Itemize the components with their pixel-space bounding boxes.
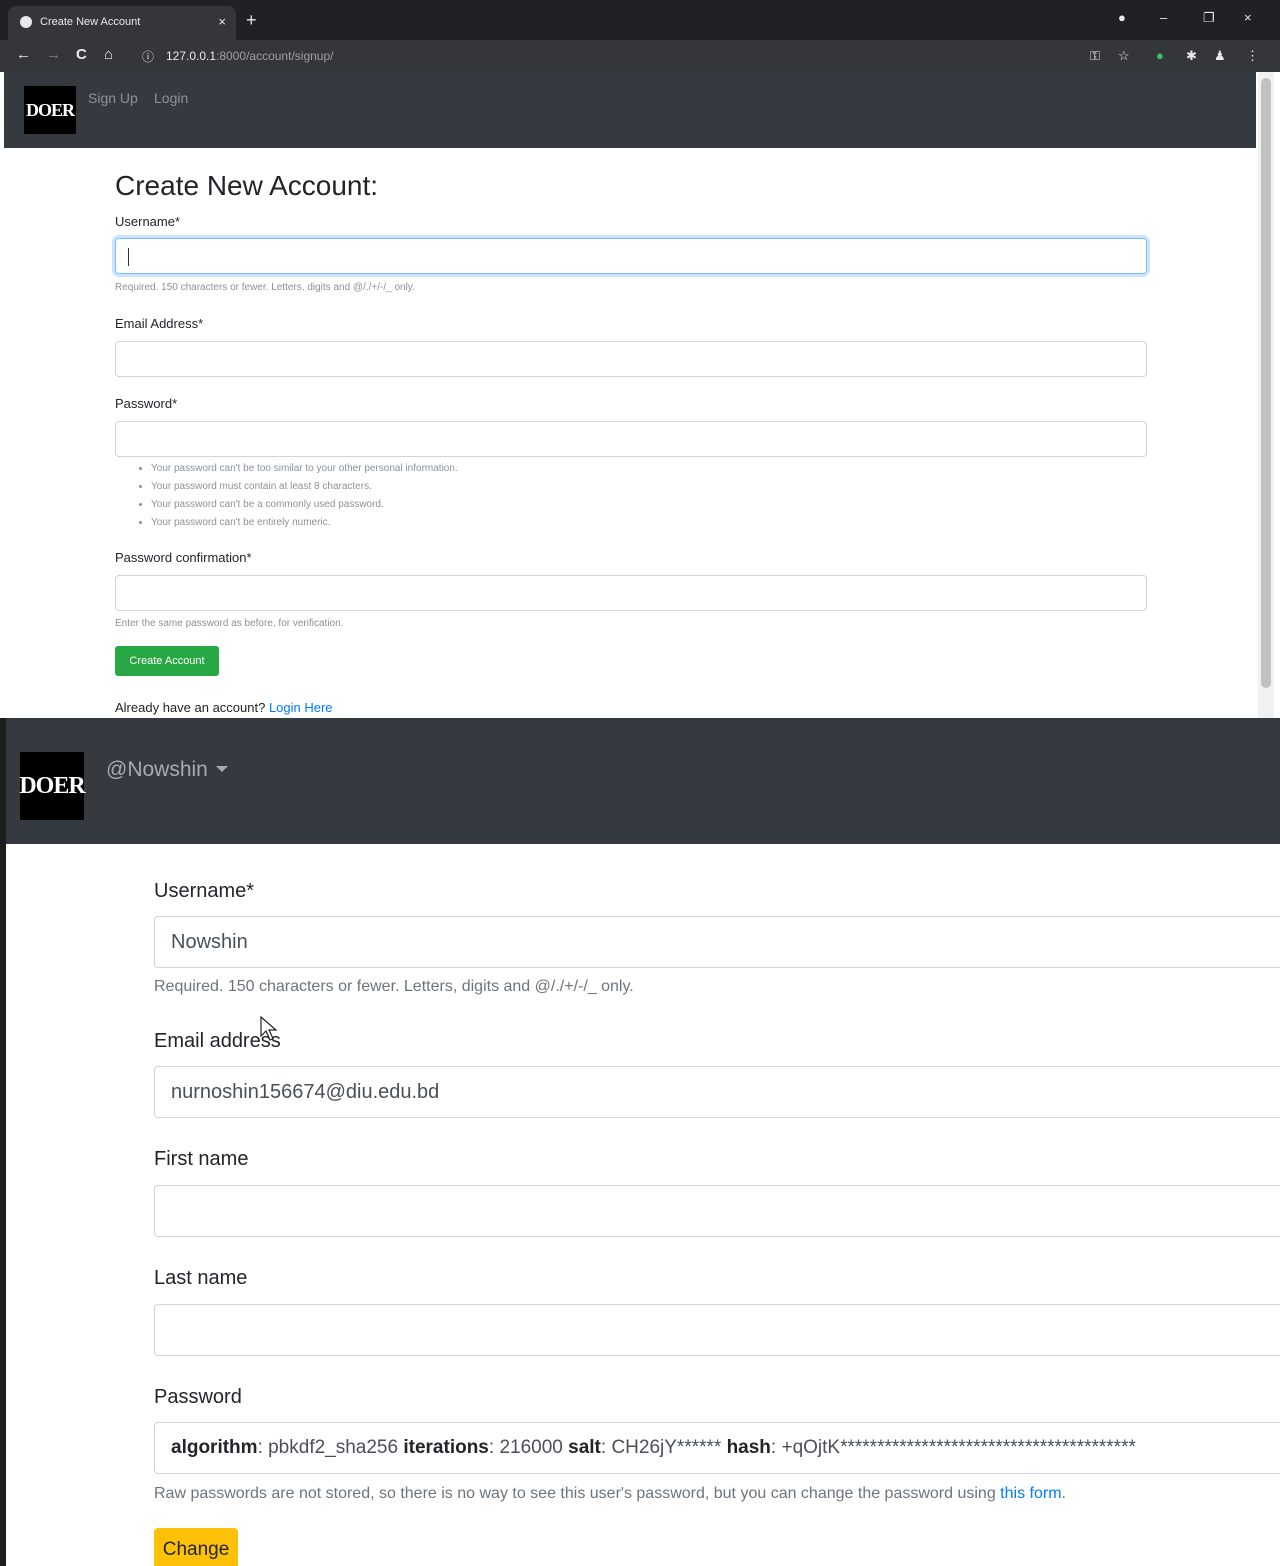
login-prompt: Already have an account? Login Here xyxy=(115,700,333,715)
email-input[interactable]: nurnoshin156674@diu.edu.bd xyxy=(154,1066,1280,1118)
login-prompt-text: Already have an account? xyxy=(115,700,269,715)
restore-button[interactable]: ❐ xyxy=(1203,10,1215,26)
url-path: :8000/account/signup/ xyxy=(216,49,334,63)
username-label: Username* xyxy=(154,880,255,902)
first-name-input[interactable] xyxy=(154,1185,1280,1237)
text-caret xyxy=(128,248,129,266)
password-confirm-label: Password confirmation* xyxy=(115,550,252,565)
reload-icon[interactable]: C xyxy=(76,46,87,63)
algorithm-key: algorithm xyxy=(171,1437,258,1458)
username-help: Required. 150 characters or fewer. Lette… xyxy=(154,978,634,995)
menu-icon[interactable]: ⋮ xyxy=(1246,48,1260,63)
password-help: Raw passwords are not stored, so there i… xyxy=(154,1485,1066,1503)
iterations-key: iterations xyxy=(403,1437,489,1458)
home-icon[interactable]: ⌂ xyxy=(104,46,113,63)
password-rule: Your password must contain at least 8 ch… xyxy=(151,478,458,496)
site-logo[interactable]: DOER xyxy=(24,86,76,134)
last-name-label: Last name xyxy=(154,1267,248,1289)
username-input[interactable] xyxy=(115,238,1147,274)
site-logo[interactable]: DOER xyxy=(19,752,86,820)
site-navbar: DOER @Nowshin xyxy=(6,718,1280,844)
scrollbar[interactable] xyxy=(1258,72,1274,718)
email-input[interactable] xyxy=(115,341,1147,377)
hash-key: hash xyxy=(726,1437,771,1458)
url-text: 127.0.0.1:8000/account/signup/ xyxy=(166,49,333,63)
tab-title: Create New Account xyxy=(40,16,141,28)
window-close-button[interactable]: × xyxy=(1244,10,1252,25)
mouse-cursor-icon xyxy=(260,1016,278,1041)
extension-green-icon[interactable]: ● xyxy=(1156,48,1170,63)
info-icon[interactable]: ⓘ xyxy=(142,48,154,65)
username-input[interactable]: Nowshin xyxy=(154,916,1280,968)
caret-down-icon[interactable] xyxy=(216,766,228,772)
browser-tab-bar: Create New Account × + ● – ❐ × xyxy=(0,0,1280,40)
password-input[interactable] xyxy=(115,421,1147,457)
hash-value: : +qOjtK********************************… xyxy=(770,1437,1136,1458)
nav-login-link[interactable]: Login xyxy=(154,90,188,106)
back-icon[interactable]: ← xyxy=(16,46,31,63)
forward-icon[interactable]: → xyxy=(46,46,61,63)
key-icon[interactable]: ⚿ xyxy=(1090,48,1104,63)
iterations-value: : 216000 xyxy=(488,1437,569,1458)
globe-icon xyxy=(20,16,32,28)
create-account-button[interactable]: Create Account xyxy=(115,646,219,676)
change-password-link[interactable]: this form xyxy=(1000,1485,1061,1502)
star-icon[interactable]: ☆ xyxy=(1118,48,1132,63)
last-name-input[interactable] xyxy=(154,1304,1280,1356)
username-help: Required. 150 characters or fewer. Lette… xyxy=(115,282,415,293)
browser-tab[interactable]: Create New Account × xyxy=(8,6,236,40)
salt-value: : CH26jY****** xyxy=(600,1437,727,1458)
password-help-end: . xyxy=(1061,1485,1066,1502)
new-tab-button[interactable]: + xyxy=(246,10,257,31)
password-rule: Your password can't be too similar to yo… xyxy=(151,460,458,478)
email-label: Email Address* xyxy=(115,316,204,331)
password-rule: Your password can't be entirely numeric. xyxy=(151,514,458,532)
site-navbar: DOER Sign Up Login xyxy=(4,72,1256,148)
password-rules: Your password can't be too similar to yo… xyxy=(151,460,458,532)
first-name-label: First name xyxy=(154,1148,249,1170)
address-bar: ← → C ⌂ ⓘ 127.0.0.1:8000/account/signup/… xyxy=(0,40,1280,72)
password-label: Password xyxy=(154,1386,242,1408)
signup-screenshot: Create New Account × + ● – ❐ × ← → C ⌂ ⓘ… xyxy=(0,0,1280,718)
username-label: Username* xyxy=(115,214,181,229)
password-confirm-help: Enter the same password as before, for v… xyxy=(115,618,344,629)
url-host: 127.0.0.1 xyxy=(166,49,217,63)
minimize-button[interactable]: – xyxy=(1160,10,1167,25)
password-rule: Your password can't be a commonly used p… xyxy=(151,496,458,514)
nav-signup-link[interactable]: Sign Up xyxy=(88,90,138,106)
page-title: Create New Account: xyxy=(115,170,379,201)
login-here-link[interactable]: Login Here xyxy=(269,700,333,715)
tab-close-icon[interactable]: × xyxy=(218,14,226,29)
password-help-text: Raw passwords are not stored, so there i… xyxy=(154,1485,1001,1502)
avatar-icon[interactable]: ♟ xyxy=(1214,48,1228,63)
scrollbar-thumb[interactable] xyxy=(1261,78,1271,688)
password-hash-display: algorithm: pbkdf2_sha256 iterations: 216… xyxy=(154,1422,1280,1474)
salt-key: salt xyxy=(568,1437,601,1458)
url-field[interactable]: ⓘ 127.0.0.1:8000/account/signup/ xyxy=(134,44,1074,68)
change-button[interactable]: Change xyxy=(154,1528,238,1566)
password-label: Password* xyxy=(115,396,178,411)
profile-screenshot: DOER @Nowshin Username* Nowshin Required… xyxy=(6,718,1280,1566)
puzzle-icon[interactable]: ✱ xyxy=(1186,48,1200,63)
algorithm-value: : pbkdf2_sha256 xyxy=(257,1437,404,1458)
user-menu-toggle[interactable]: @Nowshin xyxy=(106,758,208,782)
profile-icon[interactable]: ● xyxy=(1118,10,1126,25)
password-confirm-input[interactable] xyxy=(115,575,1147,611)
